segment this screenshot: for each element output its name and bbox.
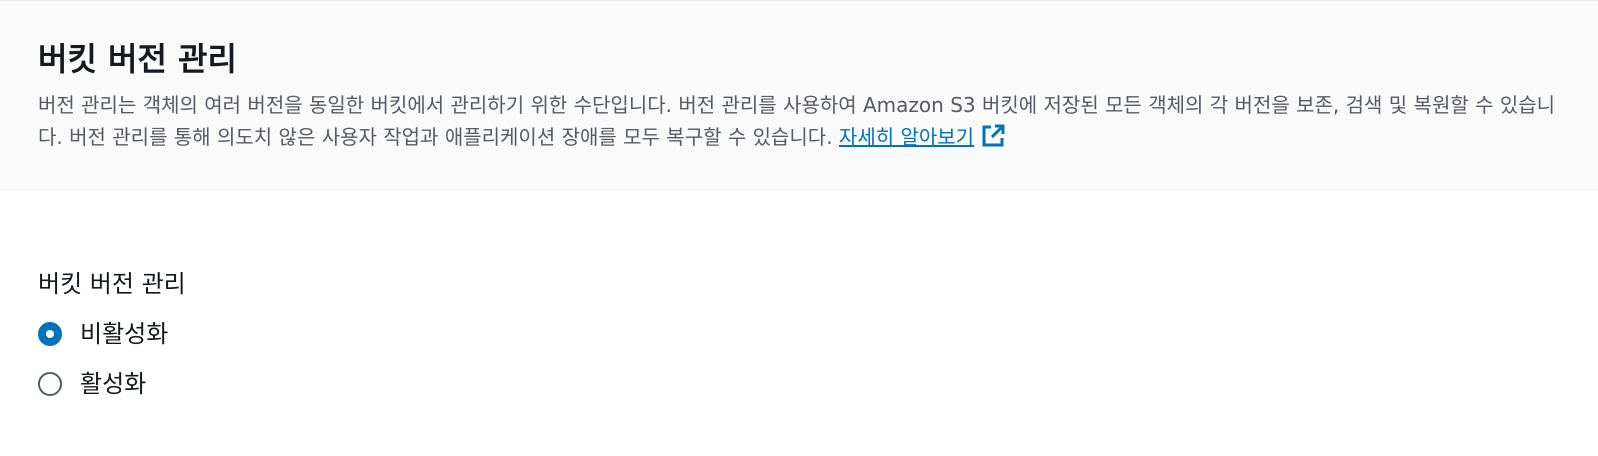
page-title: 버킷 버전 관리	[38, 40, 237, 78]
radio-button-checked[interactable]	[38, 322, 62, 346]
learn-more-label: 자세히 알아보기	[838, 125, 975, 149]
versioning-field-label: 버킷 버전 관리	[38, 270, 186, 298]
info-panel-header: 버킷 버전 관리 버전 관리는 객체의 여러 버전을 동일한 버킷에서 관리하기…	[0, 0, 1598, 190]
page-description: 버전 관리는 객체의 여러 버전을 동일한 버킷에서 관리하기 위한 수단입니다…	[38, 89, 1568, 153]
radio-label-disable[interactable]: 비활성화	[80, 318, 168, 350]
learn-more-link[interactable]: 자세히 알아보기	[839, 125, 974, 149]
description-text: 버전 관리는 객체의 여러 버전을 동일한 버킷에서 관리하기 위한 수단입니다…	[38, 93, 1556, 149]
versioning-option-enable[interactable]: 활성화	[38, 368, 146, 400]
versioning-option-disable[interactable]: 비활성화	[38, 318, 168, 350]
radio-label-enable[interactable]: 활성화	[80, 368, 146, 400]
external-link-icon[interactable]	[980, 123, 1006, 149]
radio-button-unchecked[interactable]	[38, 372, 62, 396]
